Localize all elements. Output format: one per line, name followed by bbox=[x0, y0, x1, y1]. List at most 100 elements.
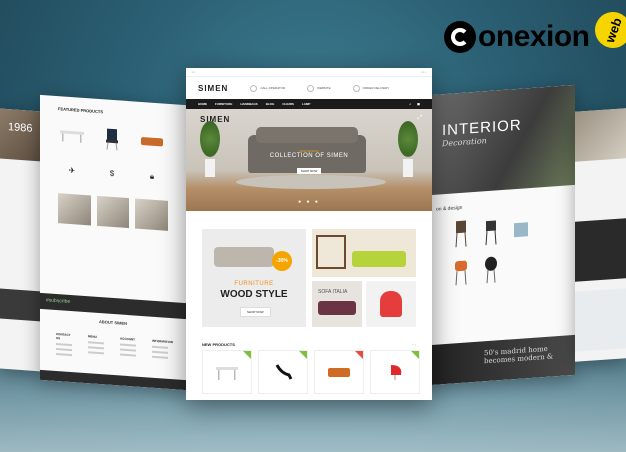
footer-col-title: ACCOUNT bbox=[120, 336, 135, 342]
expand-icon[interactable]: ⤢ bbox=[417, 115, 422, 122]
product-card[interactable] bbox=[138, 127, 166, 157]
search-icon[interactable]: ⌕ bbox=[409, 102, 411, 106]
far-left-page-preview: 1986 bbox=[0, 108, 42, 372]
new-products-title: NEW PRODUCTS bbox=[202, 342, 235, 347]
far-right-dark-block bbox=[575, 218, 626, 282]
header-info-label: CALL OPERATOR bbox=[260, 86, 286, 90]
nav-item-handbags[interactable]: HANDBAGS bbox=[240, 102, 257, 106]
header-info-label: WEBSITE bbox=[317, 86, 331, 90]
interior-hero: INTERIOR Decoration bbox=[430, 84, 575, 196]
site-logo[interactable]: SIMEN bbox=[198, 84, 228, 93]
nav-icons: ⌕ ▣ bbox=[409, 102, 420, 106]
footer-col-title: INFORMATION bbox=[152, 338, 173, 345]
hero-slider[interactable]: SIMEN NEW DESIGN COLLECTION OF SIMEN SHO… bbox=[186, 109, 432, 211]
globe-icon bbox=[307, 84, 315, 92]
product-card[interactable] bbox=[314, 350, 364, 394]
purple-sofa-image bbox=[318, 301, 356, 315]
new-products-list bbox=[202, 350, 420, 394]
map-block bbox=[575, 288, 626, 352]
pillow-image[interactable] bbox=[512, 214, 530, 245]
hero-number: 1986 bbox=[8, 121, 33, 135]
hero-title: COLLECTION OF SIMEN bbox=[269, 153, 349, 159]
header-info-call: CALL OPERATOR bbox=[250, 84, 286, 92]
main-nav: HOME FURNITURE HANDBAGS BLOG CHAIRS LAMP… bbox=[186, 99, 432, 109]
product-card[interactable] bbox=[98, 124, 126, 154]
banner-sofa bbox=[214, 247, 274, 267]
sale-tag bbox=[355, 351, 363, 359]
post-thumbnail[interactable] bbox=[58, 193, 91, 226]
banner-shop-button[interactable]: SHOP NOW bbox=[240, 307, 271, 317]
brand-word: onexion bbox=[478, 20, 590, 53]
product-card[interactable] bbox=[370, 350, 420, 394]
nav-item-furniture[interactable]: FURNITURE bbox=[215, 102, 232, 106]
chair-image bbox=[98, 124, 126, 154]
armchair-banner[interactable] bbox=[366, 281, 416, 327]
red-armchair-image bbox=[380, 291, 402, 317]
nav-item-lamp[interactable]: LAMP bbox=[302, 102, 311, 106]
nav-item-chairs[interactable]: CHAIRS bbox=[282, 102, 294, 106]
money-icon: $ bbox=[109, 168, 115, 179]
chair-image[interactable] bbox=[482, 254, 500, 285]
promo-banners: -30% FURNITURE WOOD STYLE SHOP NOW SOFA … bbox=[186, 229, 432, 341]
footer-col-title: CONTACT US bbox=[56, 332, 71, 341]
sofa-italia-label: SOFA ITALIA bbox=[318, 289, 348, 295]
footer-col: CONTACT US bbox=[56, 332, 72, 357]
banner-subtitle: FURNITURE bbox=[234, 281, 274, 287]
right-page-preview: INTERIOR Decoration on & design 50's mad… bbox=[430, 84, 575, 386]
post-thumbnail[interactable] bbox=[135, 198, 169, 231]
sofa-image bbox=[138, 127, 166, 157]
truck-icon bbox=[352, 84, 360, 92]
phone-icon bbox=[250, 84, 258, 92]
left-page-preview: FEATURED PRODUCTS ✈ $ 🔒︎ #subscribe ABOU… bbox=[40, 94, 186, 391]
header-info-delivery: ORDER DELIVERY bbox=[352, 84, 390, 92]
bookshelf-image bbox=[316, 235, 346, 269]
power-plug-icon bbox=[444, 21, 476, 53]
footer-col: INFORMATION bbox=[152, 338, 173, 363]
header-info-label: ORDER DELIVERY bbox=[362, 86, 390, 90]
shipping-icon: ✈ bbox=[68, 165, 76, 176]
nav-item-home[interactable]: HOME bbox=[198, 102, 207, 106]
conexion-web-logo: onexion web bbox=[444, 6, 626, 54]
nav-item-blog[interactable]: BLOG bbox=[266, 102, 275, 106]
banner-title: WOOD STYLE bbox=[220, 289, 288, 300]
wood-style-banner[interactable]: -30% FURNITURE WOOD STYLE SHOP NOW bbox=[202, 229, 306, 327]
egg-chair-image bbox=[391, 365, 402, 380]
chair-image[interactable] bbox=[482, 216, 500, 247]
product-card[interactable] bbox=[58, 121, 86, 151]
far-right-page-preview bbox=[575, 108, 626, 362]
site-header: SIMEN CALL OPERATOR WEBSITE ORDER DELIVE… bbox=[186, 77, 432, 99]
post-thumbnail[interactable] bbox=[96, 195, 130, 229]
main-page-preview: ▪ ▪ ▪ ▪ ▪ SIMEN CALL OPERATOR WEBSITE OR… bbox=[186, 68, 432, 400]
cart-icon[interactable]: ▣ bbox=[417, 102, 420, 106]
product-card[interactable] bbox=[258, 350, 308, 394]
top-bar-left: ▪ ▪ bbox=[192, 70, 195, 74]
carousel-arrows[interactable]: ‹ › bbox=[412, 342, 416, 347]
hero-caption: NEW DESIGN COLLECTION OF SIMEN SHOP NOW bbox=[186, 149, 432, 177]
footer-col-title: MENU bbox=[88, 334, 97, 339]
lounge-chair-image bbox=[275, 364, 293, 380]
far-left-dark-block bbox=[0, 288, 42, 322]
sofa-italia-banner[interactable]: SOFA ITALIA bbox=[312, 281, 362, 327]
far-right-hero bbox=[575, 108, 626, 162]
discount-badge: -30% bbox=[272, 251, 292, 271]
web-badge: web bbox=[589, 6, 626, 54]
lock-icon: 🔒︎ bbox=[149, 171, 155, 181]
green-sofa-image bbox=[352, 251, 406, 267]
header-info-website: WEBSITE bbox=[307, 84, 331, 92]
orange-sofa-image bbox=[328, 368, 350, 377]
chair-image[interactable] bbox=[452, 256, 470, 287]
subscribe-bar[interactable]: #subscribe bbox=[40, 292, 186, 320]
slider-dots[interactable]: ● ● ● bbox=[186, 199, 432, 205]
hero-shop-button[interactable]: SHOP NOW bbox=[296, 168, 322, 174]
top-bar: ▪ ▪ ▪ ▪ ▪ bbox=[186, 68, 432, 77]
rug bbox=[236, 175, 386, 189]
new-tag bbox=[411, 351, 419, 359]
product-card[interactable] bbox=[202, 350, 252, 394]
footer-col: MENU bbox=[88, 334, 104, 358]
new-tag bbox=[299, 351, 307, 359]
table-image bbox=[216, 367, 238, 380]
footer-columns: CONTACT US MENU ACCOUNT INFORMATION bbox=[56, 332, 173, 363]
table-image bbox=[58, 121, 86, 151]
shelf-banner[interactable] bbox=[312, 229, 416, 277]
chair-image[interactable] bbox=[452, 218, 470, 249]
